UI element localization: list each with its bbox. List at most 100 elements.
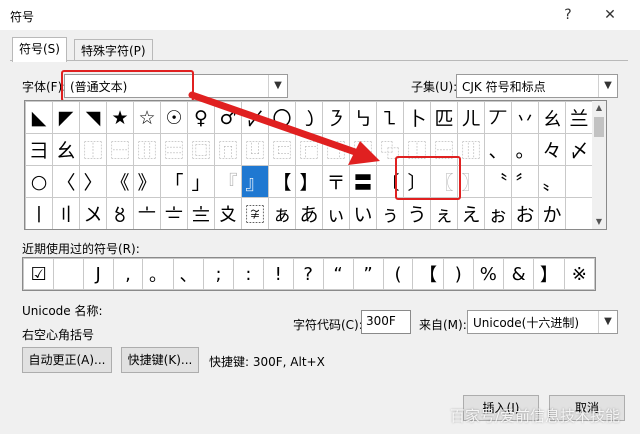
symbol-cell[interactable]: 丆: [484, 101, 512, 134]
symbol-cell[interactable]: ぅ: [376, 197, 404, 229]
scroll-down-icon[interactable]: ▼: [592, 215, 606, 229]
recent-symbol[interactable]: [53, 258, 84, 290]
recent-symbols[interactable]: ☑ J , 。 、 ; : ! ? “ ” ( 【 ) % & 】 ※: [22, 257, 596, 291]
subset-select[interactable]: CJK 符号和标点 ▼: [456, 74, 618, 98]
symbol-cell-selected[interactable]: 』: [241, 165, 269, 198]
symbol-cell[interactable]: ⺕: [25, 133, 53, 166]
recent-symbol[interactable]: ): [442, 258, 474, 290]
recent-symbol[interactable]: !: [262, 258, 294, 290]
close-button[interactable]: ✕: [600, 5, 620, 25]
recent-symbol[interactable]: 。: [142, 258, 174, 290]
symbol-cell[interactable]: ⿲: [457, 133, 485, 166]
symbol-cell[interactable]: ⿲: [133, 133, 161, 166]
symbol-cell[interactable]: 》: [133, 165, 161, 198]
recent-symbol[interactable]: (: [382, 258, 414, 290]
symbol-cell[interactable]: か: [538, 197, 566, 229]
symbol-cell[interactable]: あ: [295, 197, 323, 229]
symbol-cell[interactable]: 】: [295, 165, 323, 198]
symbol-cell[interactable]: [565, 197, 593, 229]
symbol-cell[interactable]: [565, 165, 593, 198]
recent-symbol[interactable]: ;: [203, 258, 234, 290]
symbol-cell[interactable]: 〓: [349, 165, 377, 198]
symbol-cell[interactable]: 、: [484, 133, 512, 166]
symbol-cell[interactable]: 〩: [214, 197, 242, 229]
symbol-cell[interactable]: う: [403, 197, 431, 229]
char-code-input[interactable]: 300F: [361, 310, 411, 334]
symbol-cell[interactable]: ★: [106, 101, 134, 134]
symbol-cell[interactable]: 〝: [484, 165, 512, 198]
scroll-up-icon[interactable]: ▲: [592, 101, 606, 115]
symbol-cell[interactable]: 〗: [457, 165, 485, 198]
symbol-cell[interactable]: ◥: [79, 101, 107, 134]
recent-symbol[interactable]: %: [472, 258, 505, 290]
symbol-cell[interactable]: 。: [511, 133, 539, 166]
recent-symbol[interactable]: 、: [172, 258, 205, 290]
symbol-cell[interactable]: 〉: [79, 165, 107, 198]
symbol-cell[interactable]: 々: [538, 133, 566, 166]
symbol-cell[interactable]: え: [457, 197, 485, 229]
tab-special-characters[interactable]: 特殊字符(P): [74, 39, 153, 62]
symbol-cell[interactable]: 〦: [133, 197, 161, 229]
char-code-label: 字符代码(C):: [293, 318, 363, 332]
symbol-cell[interactable]: い: [349, 197, 377, 229]
title-bar: [0, 0, 640, 30]
symbol-cell[interactable]: ◤: [52, 101, 80, 134]
recent-symbol[interactable]: ☑: [23, 258, 55, 290]
recent-symbol[interactable]: ※: [563, 258, 595, 290]
symbol-cell[interactable]: 『: [214, 165, 242, 198]
symbol-cell[interactable]: お: [511, 197, 539, 229]
from-select[interactable]: Unicode(十六进制) ▼: [467, 310, 618, 334]
recent-symbol[interactable]: ?: [292, 258, 324, 290]
symbol-cell[interactable]: ◣: [25, 101, 53, 134]
symbol-cell[interactable]: 〈: [52, 165, 80, 198]
scroll-thumb[interactable]: [594, 117, 604, 137]
symbol-cell[interactable]: 〥: [106, 197, 134, 229]
tab-symbols[interactable]: 符号(S): [12, 37, 67, 62]
symbol-cell[interactable]: 「: [160, 165, 188, 198]
shortcut-text: 快捷键: 300F, Alt+X: [209, 355, 325, 369]
symbol-cell[interactable]: 《: [106, 165, 134, 198]
symbol-cell[interactable]: 〢: [52, 197, 80, 229]
recent-symbol[interactable]: :: [232, 258, 264, 290]
unicode-name-value: 右空心角括号: [22, 328, 95, 342]
symbol-cell[interactable]: 〤: [79, 197, 107, 229]
watermark: 百家号/爱前信息技术技能: [450, 407, 621, 425]
symbol-cell[interactable]: ⿰: [79, 133, 107, 166]
highlight-bracket-box: [395, 156, 461, 200]
symbol-cell[interactable]: ぃ: [322, 197, 350, 229]
symbol-cell[interactable]: ㄦ: [457, 101, 485, 134]
recent-symbol[interactable]: ,: [112, 258, 144, 290]
recent-symbol[interactable]: &: [503, 258, 535, 290]
symbol-cell[interactable]: ㄠ: [538, 101, 566, 134]
symbol-cell[interactable]: 卜: [403, 101, 431, 134]
grid-scrollbar[interactable]: ▲ ▼: [592, 100, 607, 230]
symbol-cell[interactable]: ☆: [133, 101, 161, 134]
symbol-cell[interactable]: ぉ: [484, 197, 512, 229]
recent-symbol[interactable]: ”: [352, 258, 384, 290]
symbol-cell[interactable]: 〟: [538, 165, 566, 198]
recent-symbol[interactable]: “: [322, 258, 354, 290]
symbol-cell[interactable]: 丷: [511, 101, 539, 134]
symbol-cell[interactable]: ○: [25, 165, 53, 198]
symbol-cell[interactable]: ⿱: [106, 133, 134, 166]
symbol-cell[interactable]: 〞: [511, 165, 539, 198]
symbol-cell[interactable]: 〆: [565, 133, 593, 166]
symbol-cell[interactable]: 【: [268, 165, 296, 198]
symbol-cell[interactable]: ⺓: [52, 133, 80, 166]
shortcut-key-button[interactable]: 快捷键(K)...: [121, 347, 199, 373]
symbol-cell[interactable]: 〡: [25, 197, 53, 229]
recent-symbol[interactable]: 【: [412, 258, 444, 290]
help-button[interactable]: ?: [558, 5, 578, 25]
symbol-cell[interactable]: 〾: [241, 197, 269, 229]
symbol-cell[interactable]: ぇ: [430, 197, 458, 229]
symbol-cell[interactable]: 〧: [160, 197, 188, 229]
autocorrect-button[interactable]: 自动更正(A)...: [22, 347, 112, 373]
symbol-cell[interactable]: 匹: [430, 101, 458, 134]
recent-symbol[interactable]: J: [82, 258, 114, 290]
symbol-cell[interactable]: 」: [187, 165, 215, 198]
recent-symbol[interactable]: 】: [533, 258, 565, 290]
symbol-cell[interactable]: ぁ: [268, 197, 296, 229]
symbol-cell[interactable]: 兰: [565, 101, 593, 134]
symbol-cell[interactable]: 〒: [322, 165, 350, 198]
symbol-cell[interactable]: 〨: [187, 197, 215, 229]
